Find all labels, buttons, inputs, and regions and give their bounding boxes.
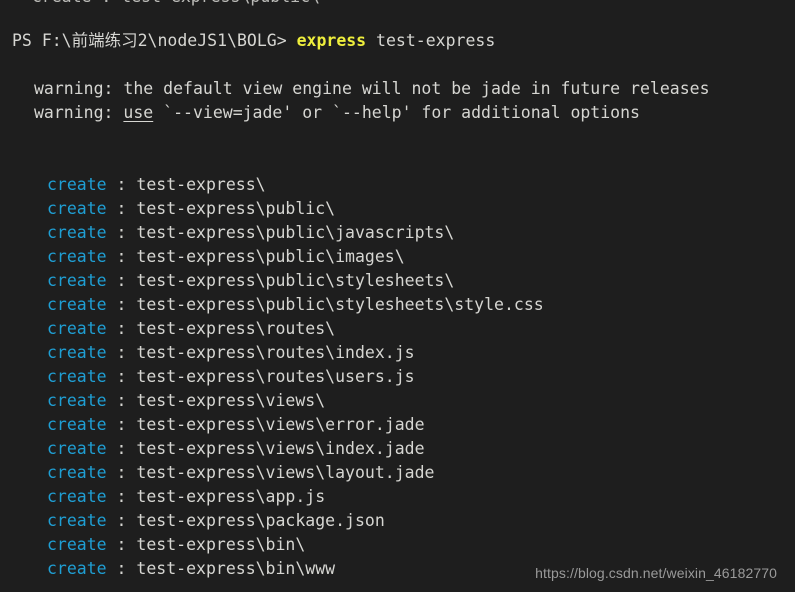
create-label: create [47, 439, 107, 458]
create-separator: : [106, 367, 137, 386]
create-separator: : [106, 295, 137, 314]
warning-prefix-2: warning: [34, 103, 124, 122]
created-path: test-express\views\index.jade [136, 439, 425, 458]
create-separator: : [106, 487, 137, 506]
create-line: create : test-express\public\images\ [0, 245, 795, 269]
create-label: create [47, 415, 107, 434]
created-path: test-express\views\layout.jade [136, 463, 435, 482]
create-separator: : [106, 439, 137, 458]
created-path: test-express\public\images\ [136, 247, 405, 266]
create-label: create [47, 319, 107, 338]
create-label: create [47, 391, 107, 410]
created-path: test-express\public\ [136, 199, 336, 218]
create-label: create [47, 175, 107, 194]
create-separator: : [106, 199, 137, 218]
create-separator: : [106, 415, 137, 434]
create-label: create [47, 535, 107, 554]
create-separator: : [106, 175, 137, 194]
create-line: create : test-express\app.js [0, 485, 795, 509]
create-line: create : test-express\public\stylesheets… [0, 269, 795, 293]
create-separator: : [106, 559, 137, 578]
command-argument: test-express [366, 31, 496, 50]
create-separator: : [106, 247, 137, 266]
created-path: test-express\views\error.jade [136, 415, 425, 434]
create-output-list: create : test-express\ create : test-expr… [0, 173, 795, 581]
create-line: create : test-express\views\layout.jade [0, 461, 795, 485]
watermark: https://blog.csdn.net/weixin_46182770 [535, 565, 777, 581]
created-path: test-express\bin\ [136, 535, 306, 554]
create-label: create [47, 559, 107, 578]
create-separator: : [106, 535, 137, 554]
create-label: create [47, 295, 107, 314]
create-label: create [47, 343, 107, 362]
create-line: create : test-express\public\stylesheets… [0, 293, 795, 317]
create-line: create : test-express\routes\index.js [0, 341, 795, 365]
create-line: create : test-express\ [0, 173, 795, 197]
create-separator: : [106, 271, 137, 290]
created-path: test-express\routes\index.js [136, 343, 415, 362]
warning-underlined-word: use [123, 103, 154, 122]
created-path: test-express\public\stylesheets\ [136, 271, 455, 290]
create-label: create [47, 487, 107, 506]
create-line: create : test-express\public\javascripts… [0, 221, 795, 245]
created-path: test-express\app.js [136, 487, 326, 506]
create-line: create : test-express\views\ [0, 389, 795, 413]
create-label: create [47, 463, 107, 482]
warning-line-2: warning: use `--view=jade' or `--help' f… [0, 101, 795, 125]
create-separator: : [106, 463, 137, 482]
created-path: test-express\public\stylesheets\style.cs… [136, 295, 544, 314]
prompt-path: F:\前端练习2\nodeJS1\BOLG [41, 31, 277, 50]
create-line: create : test-express\views\error.jade [0, 413, 795, 437]
created-path: test-express\bin\www [136, 559, 336, 578]
terminal-window[interactable]: create : test-express\public\ PS F:\前端练习… [0, 0, 795, 592]
warning-text-2: `--view=jade' or `--help' for additional… [153, 103, 640, 122]
created-path: test-express\routes\users.js [136, 367, 415, 386]
terminal-screen: PS F:\前端练习2\nodeJS1\BOLG> express test-e… [0, 0, 795, 592]
create-separator: : [106, 511, 137, 530]
create-separator: : [106, 391, 137, 410]
create-line: create : test-express\routes\users.js [0, 365, 795, 389]
create-label: create [47, 367, 107, 386]
create-line: create : test-express\package.json [0, 509, 795, 533]
created-path: test-express\package.json [136, 511, 385, 530]
create-separator: : [106, 343, 137, 362]
warning-line-1: warning: the default view engine will no… [0, 77, 795, 101]
create-line: create : test-express\public\ [0, 197, 795, 221]
create-separator: : [106, 223, 137, 242]
command-keyword: express [296, 31, 367, 50]
prompt-prefix: PS [12, 31, 42, 50]
created-path: test-express\public\javascripts\ [136, 223, 455, 242]
warning-prefix-1: warning: [34, 79, 124, 98]
created-path: test-express\views\ [136, 391, 326, 410]
create-label: create [47, 199, 107, 218]
create-line: create : test-express\views\index.jade [0, 437, 795, 461]
created-path: test-express\routes\ [136, 319, 336, 338]
create-line: create : test-express\bin\ [0, 533, 795, 557]
create-line: create : test-express\routes\ [0, 317, 795, 341]
warning-text-1: the default view engine will not be jade… [123, 79, 710, 98]
create-label: create [47, 223, 107, 242]
create-separator: : [106, 319, 137, 338]
created-path: test-express\ [136, 175, 266, 194]
prompt-line: PS F:\前端练习2\nodeJS1\BOLG> express test-e… [0, 29, 795, 53]
create-label: create [47, 511, 107, 530]
prompt-symbol: > [276, 31, 297, 50]
create-label: create [47, 271, 107, 290]
create-label: create [47, 247, 107, 266]
